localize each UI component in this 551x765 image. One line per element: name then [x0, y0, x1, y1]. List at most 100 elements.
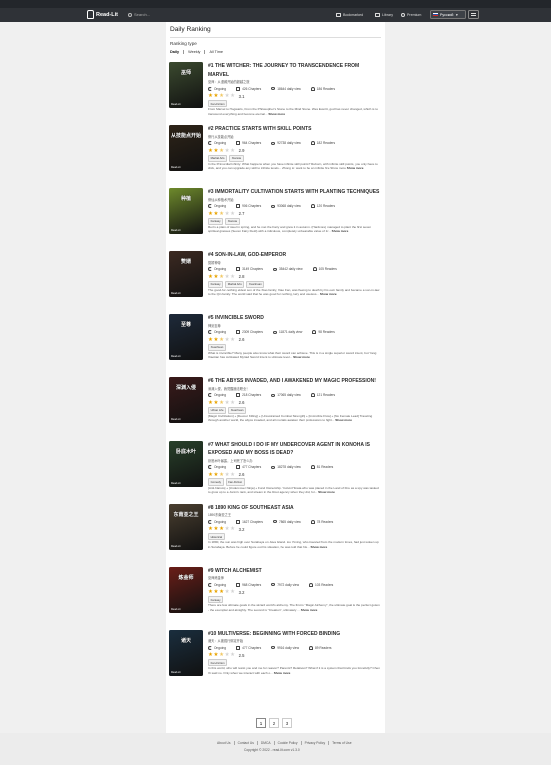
footer-link[interactable]: Terms of Use — [329, 741, 354, 745]
book-title[interactable]: #4 SON-IN-LAW, GOD-EMPEROR — [208, 251, 380, 260]
site-logo[interactable]: Read-Lit — [87, 10, 118, 19]
footer-link[interactable]: Cookie Policy — [275, 741, 302, 745]
book-cover[interactable]: 深渊入侵 Read-Lit — [169, 377, 203, 424]
book-title[interactable]: #1 THE WITCHER: THE JOURNEY TO TRANSCEND… — [208, 62, 380, 79]
search-box[interactable] — [128, 11, 328, 18]
show-more-link[interactable]: Show more — [335, 418, 352, 422]
book-title[interactable]: #8 1890 KING OF SOUTHEAST ASIA — [208, 504, 380, 513]
show-more-link[interactable]: Show more — [301, 608, 318, 612]
views: 18278 daily view — [271, 465, 301, 469]
book-cover[interactable]: 东南亚之王 Read-Lit — [169, 503, 203, 550]
book-title[interactable]: #5 INVINCIBLE SWORD — [208, 314, 380, 323]
tab-all-time[interactable]: All Time — [205, 50, 227, 54]
nav-library[interactable]: Library — [375, 11, 393, 18]
readers-text: 78 Readers — [316, 519, 334, 524]
star-icon: ★ — [208, 399, 213, 406]
book-cover[interactable]: 种植 Read-Lit — [169, 188, 203, 235]
star-icon: ★ — [230, 210, 236, 217]
footer-link[interactable]: Privacy Policy — [302, 741, 330, 745]
nav-bookmarked-label: Bookmarked — [343, 12, 364, 17]
nav-premium[interactable]: Premium — [401, 11, 421, 18]
show-more-link[interactable]: Show more — [318, 490, 335, 494]
show-more-link[interactable]: Show more — [293, 355, 310, 359]
readers-text: 103 Readers — [315, 582, 334, 587]
rating: ★ ★ ★ ★ ★ 2.7 — [208, 210, 380, 218]
eye-icon — [271, 87, 276, 90]
readers-text: 120 Readers — [316, 204, 336, 209]
status: Ongoing — [208, 204, 226, 209]
status-icon — [208, 393, 212, 398]
genre-tags: Fan-Fiction — [208, 659, 380, 667]
chapters-icon — [236, 582, 241, 587]
book-cover[interactable]: 从技能点开始 Read-Lit — [169, 125, 203, 172]
show-more-link[interactable]: Show more — [268, 112, 285, 116]
tab-daily[interactable]: Daily — [170, 50, 185, 54]
genre-tags: Martial Arts Xianxia — [208, 154, 380, 162]
book-title[interactable]: #3 IMMORTALITY CULTIVATION STARTS WITH P… — [208, 188, 380, 197]
page-button[interactable]: 1 — [256, 718, 266, 728]
book-description: There are few ultimate goals in the wiza… — [208, 603, 380, 612]
show-more-link[interactable]: Show more — [347, 166, 364, 170]
bookmark-icon — [336, 12, 341, 17]
rating-value: 3.2 — [238, 589, 245, 595]
star-icon: ★ — [213, 589, 219, 596]
cover-brand: Read-Lit — [171, 418, 181, 422]
book-cover[interactable]: 炼金师 Read-Lit — [169, 566, 203, 613]
views-text: 17065 daily view — [277, 393, 301, 398]
book-cover[interactable]: 诸天 Read-Lit — [169, 629, 203, 676]
book-meta: Ongoing 477 Chapters 9916 daily view 89 … — [208, 644, 380, 651]
menu-button[interactable] — [468, 10, 479, 19]
show-more-link[interactable]: Show more — [311, 545, 328, 549]
show-more-link[interactable]: Show more — [274, 671, 291, 675]
book-cover[interactable]: 巫师 Read-Lit — [169, 62, 203, 108]
book-info: #5 INVINCIBLE SWORD 神剑至尊 Ongoing 2309 Ch… — [208, 314, 380, 360]
show-more-link[interactable]: Show more — [320, 292, 337, 296]
show-more-link[interactable]: Show more — [332, 229, 349, 233]
cover-title: 种植 — [180, 196, 191, 203]
book-title[interactable]: #7 WHAT SHOULD I DO IF MY UNDERCOVER AGE… — [208, 441, 380, 458]
nav-bookmarked[interactable]: Bookmarked — [336, 11, 363, 18]
language-select[interactable]: Русский ▼ — [430, 10, 466, 19]
genre-tags: Fan-Fiction — [208, 99, 380, 108]
star-icon: ★ — [230, 652, 236, 659]
readers-icon — [309, 645, 313, 650]
rating-value: 3.2 — [238, 526, 245, 532]
readers-text: 81 Readers — [316, 465, 334, 470]
tab-weekly[interactable]: Weekly — [184, 50, 206, 54]
star-icon: ★ — [224, 93, 230, 99]
book-meta: Ongoing 964 Chapters 92738 daily view 18… — [208, 140, 380, 147]
book-cover[interactable]: 卧底木叶 Read-Lit — [169, 440, 203, 487]
footer-link[interactable]: About Us — [214, 741, 235, 745]
book-cover[interactable]: 赘婿 Read-Lit — [169, 251, 203, 298]
book-title[interactable]: #10 MULTIVERSE: BEGINNING WITH FORCED BI… — [208, 630, 380, 639]
description-text: [Anti-Naruto] + [Undercover Ninja] + Fun… — [208, 485, 379, 495]
copyright: Copyright © 2022 - read-lit.com v1.3.0 — [244, 748, 300, 752]
footer-link[interactable]: DMCA — [258, 741, 275, 745]
book-description: The good-for-nothing eldest son of the X… — [208, 288, 380, 297]
ranking-tabs: Daily Weekly All Time — [170, 50, 227, 54]
book-title[interactable]: #9 WITCH ALCHEMIST — [208, 567, 380, 576]
footer-link[interactable]: Contact Us — [235, 741, 258, 745]
book-cover[interactable]: 至尊 Read-Lit — [169, 314, 203, 361]
book-meta: Ongoing 2309 Chapters 11871 daily view 9… — [208, 329, 380, 336]
chapters-text: 426 Chapters — [242, 86, 262, 91]
page-button[interactable]: 3 — [282, 718, 292, 728]
star-icon: ★ — [230, 273, 236, 280]
book-title-text: INVINCIBLE SWORD — [214, 315, 264, 322]
search-input[interactable] — [134, 12, 284, 17]
star-icon: ★ — [219, 336, 224, 343]
chapters-text: 3149 Chapters — [242, 267, 263, 272]
book-title[interactable]: #2 PRACTICE STARTS WITH SKILL POINTS — [208, 125, 380, 134]
status: Ongoing — [208, 645, 226, 650]
star-icon: ★ — [219, 652, 224, 659]
book-title[interactable]: #6 THE ABYSS INVADED, AND I AWAKENED MY … — [208, 377, 380, 386]
rank-number: #4 — [208, 252, 214, 259]
cover-brand: Read-Lit — [171, 166, 181, 170]
cover-title: 赘婿 — [180, 259, 191, 266]
star-icon: ★ — [208, 147, 213, 154]
page-button[interactable]: 2 — [269, 718, 279, 728]
book-info: #9 WITCH ALCHEMIST 巫师炼金师 Ongoing 968 Cha… — [208, 567, 380, 613]
chapters-icon — [236, 465, 241, 470]
chapters-text: 477 Chapters — [242, 645, 262, 650]
description-text: From Marvel to Hogwarts, From the Philos… — [208, 107, 378, 116]
